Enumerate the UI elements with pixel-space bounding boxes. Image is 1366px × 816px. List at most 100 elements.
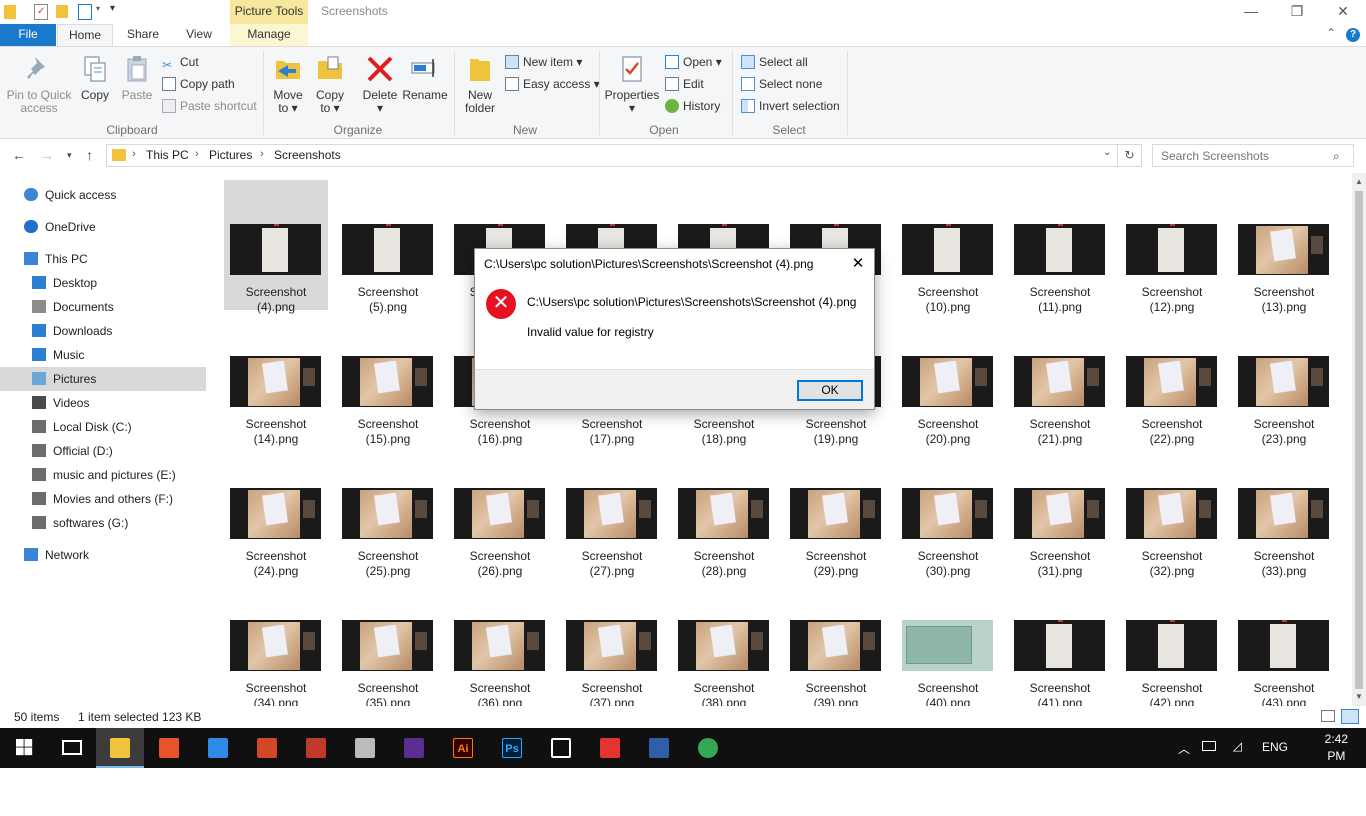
- taskbar-app-photoshop[interactable]: Ps: [488, 728, 536, 768]
- file-item[interactable]: Screenshot (13).png: [1232, 180, 1336, 314]
- file-item[interactable]: Screenshot (38).png: [672, 576, 776, 706]
- delete-button[interactable]: Delete ▾: [360, 53, 400, 115]
- file-item[interactable]: Screenshot (28).png: [672, 444, 776, 578]
- file-item[interactable]: Screenshot (12).png: [1120, 180, 1224, 314]
- tab-manage[interactable]: Manage: [230, 24, 308, 46]
- file-item[interactable]: Screenshot (34).png: [224, 576, 328, 706]
- select-all-button[interactable]: Select all: [741, 53, 808, 73]
- scroll-up-icon[interactable]: ▲: [1352, 175, 1366, 189]
- file-item[interactable]: Screenshot (5).png: [336, 180, 440, 314]
- file-item[interactable]: Screenshot (33).png: [1232, 444, 1336, 578]
- new-folder-button[interactable]: New folder: [460, 53, 500, 115]
- file-item[interactable]: Screenshot (26).png: [448, 444, 552, 578]
- qat-doc-icon[interactable]: [78, 4, 92, 20]
- copy-path-button[interactable]: Copy path: [162, 75, 235, 95]
- nav-item[interactable]: Downloads: [0, 319, 206, 343]
- nav-item[interactable]: Music: [0, 343, 206, 367]
- nav-item[interactable]: Quick access: [0, 183, 206, 207]
- start-button[interactable]: [0, 728, 48, 768]
- properties-qat-icon[interactable]: ✓: [34, 4, 48, 20]
- copy-to-button[interactable]: Copy to ▾: [312, 53, 348, 115]
- refresh-button[interactable]: ↻: [1118, 144, 1142, 167]
- file-item[interactable]: Screenshot (39).png: [784, 576, 888, 706]
- chevron-down-icon[interactable]: ▾: [96, 4, 100, 13]
- tab-home[interactable]: Home: [57, 24, 113, 47]
- file-item[interactable]: Screenshot (11).png: [1008, 180, 1112, 314]
- taskbar-app-app-icon-11[interactable]: [586, 728, 634, 768]
- paste-shortcut-button[interactable]: Paste shortcut: [162, 97, 257, 117]
- file-item[interactable]: Screenshot (27).png: [560, 444, 664, 578]
- file-item[interactable]: Screenshot (29).png: [784, 444, 888, 578]
- tab-share[interactable]: Share: [118, 24, 168, 46]
- taskbar-app-illustrator[interactable]: Ai: [439, 728, 487, 768]
- properties-button[interactable]: Properties ▾: [604, 53, 660, 115]
- nav-item[interactable]: Network: [0, 543, 206, 567]
- file-item[interactable]: Screenshot (30).png: [896, 444, 1000, 578]
- edit-button[interactable]: Edit: [665, 75, 704, 95]
- file-item[interactable]: Screenshot (36).png: [448, 576, 552, 706]
- large-icons-view-icon[interactable]: [1341, 709, 1359, 724]
- file-item[interactable]: Screenshot (21).png: [1008, 312, 1112, 446]
- nav-item[interactable]: Videos: [0, 391, 206, 415]
- breadcrumb-pictures[interactable]: Pictures: [209, 148, 252, 162]
- file-item[interactable]: Screenshot (37).png: [560, 576, 664, 706]
- nav-item[interactable]: OneDrive: [0, 215, 206, 239]
- file-item[interactable]: Screenshot (25).png: [336, 444, 440, 578]
- invert-selection-button[interactable]: Invert selection: [741, 97, 840, 117]
- scroll-down-icon[interactable]: ▼: [1352, 690, 1366, 704]
- taskbar-app-app-icon-7[interactable]: [390, 728, 438, 768]
- file-item[interactable]: Screenshot (20).png: [896, 312, 1000, 446]
- file-item[interactable]: Screenshot (40).png: [896, 576, 1000, 706]
- taskbar-app-chrome[interactable]: [684, 728, 732, 768]
- breadcrumb-separator-icon[interactable]: ›: [195, 148, 199, 160]
- select-none-button[interactable]: Select none: [741, 75, 822, 95]
- customize-qat-icon[interactable]: ▾: [110, 3, 115, 14]
- breadcrumb-this-pc[interactable]: This PC: [146, 148, 189, 162]
- nav-item[interactable]: Documents: [0, 295, 206, 319]
- file-item[interactable]: Screenshot (31).png: [1008, 444, 1112, 578]
- file-item[interactable]: Screenshot (41).png: [1008, 576, 1112, 706]
- address-bar[interactable]: › This PC › Pictures › Screenshots ⌄: [106, 144, 1118, 167]
- breadcrumb-screenshots[interactable]: Screenshots: [274, 148, 341, 162]
- vertical-scrollbar[interactable]: ▲ ▼: [1352, 173, 1366, 706]
- taskbar-app-app-icon-3[interactable]: [194, 728, 242, 768]
- file-item[interactable]: Screenshot (14).png: [224, 312, 328, 446]
- file-item[interactable]: Screenshot (4).png: [224, 180, 328, 314]
- new-item-button[interactable]: New item ▾: [505, 53, 582, 73]
- file-item[interactable]: Screenshot (35).png: [336, 576, 440, 706]
- recent-locations-icon[interactable]: ▾: [67, 150, 72, 161]
- nav-item[interactable]: Desktop: [0, 271, 206, 295]
- collapse-ribbon-icon[interactable]: ⌃: [1326, 26, 1336, 40]
- file-item[interactable]: Screenshot (10).png: [896, 180, 1000, 314]
- rename-button[interactable]: Rename: [402, 53, 448, 102]
- nav-item[interactable]: softwares (G:): [0, 511, 206, 535]
- forward-arrow-icon[interactable]: →: [40, 147, 54, 163]
- taskbar-app-app-icon-6[interactable]: [341, 728, 389, 768]
- tab-view[interactable]: View: [176, 24, 222, 46]
- file-item[interactable]: Screenshot (43).png: [1232, 576, 1336, 706]
- language-indicator[interactable]: ENG: [1262, 740, 1288, 754]
- restore-button[interactable]: ❐: [1274, 0, 1320, 24]
- taskbar-app-app-icon-2[interactable]: [145, 728, 193, 768]
- up-arrow-icon[interactable]: ↑: [86, 147, 93, 163]
- nav-item[interactable]: Pictures: [0, 367, 206, 391]
- breadcrumb-separator-icon[interactable]: ›: [260, 148, 264, 160]
- close-button[interactable]: ✕: [1320, 0, 1366, 24]
- nav-item[interactable]: Local Disk (C:): [0, 415, 206, 439]
- taskbar-app-app-icon-4[interactable]: [243, 728, 291, 768]
- file-item[interactable]: Screenshot (15).png: [336, 312, 440, 446]
- file-item[interactable]: Screenshot (24).png: [224, 444, 328, 578]
- pin-to-quick-access-button[interactable]: Pin to Quick access: [6, 53, 72, 115]
- open-button[interactable]: Open ▾: [665, 53, 722, 73]
- taskbar-app-app-icon-5[interactable]: [292, 728, 340, 768]
- nav-item[interactable]: Official (D:): [0, 439, 206, 463]
- file-item[interactable]: Screenshot (22).png: [1120, 312, 1224, 446]
- back-arrow-icon[interactable]: ←: [12, 147, 26, 163]
- ok-button[interactable]: OK: [797, 380, 863, 401]
- paste-button[interactable]: Paste: [118, 53, 156, 102]
- cut-button[interactable]: ✂ Cut: [162, 53, 199, 73]
- new-folder-qat-icon[interactable]: [56, 5, 68, 18]
- dialog-close-icon[interactable]: ✕: [850, 254, 866, 272]
- network-status-icon[interactable]: ◿: [1233, 739, 1242, 753]
- address-dropdown-icon[interactable]: ⌄: [1103, 147, 1111, 158]
